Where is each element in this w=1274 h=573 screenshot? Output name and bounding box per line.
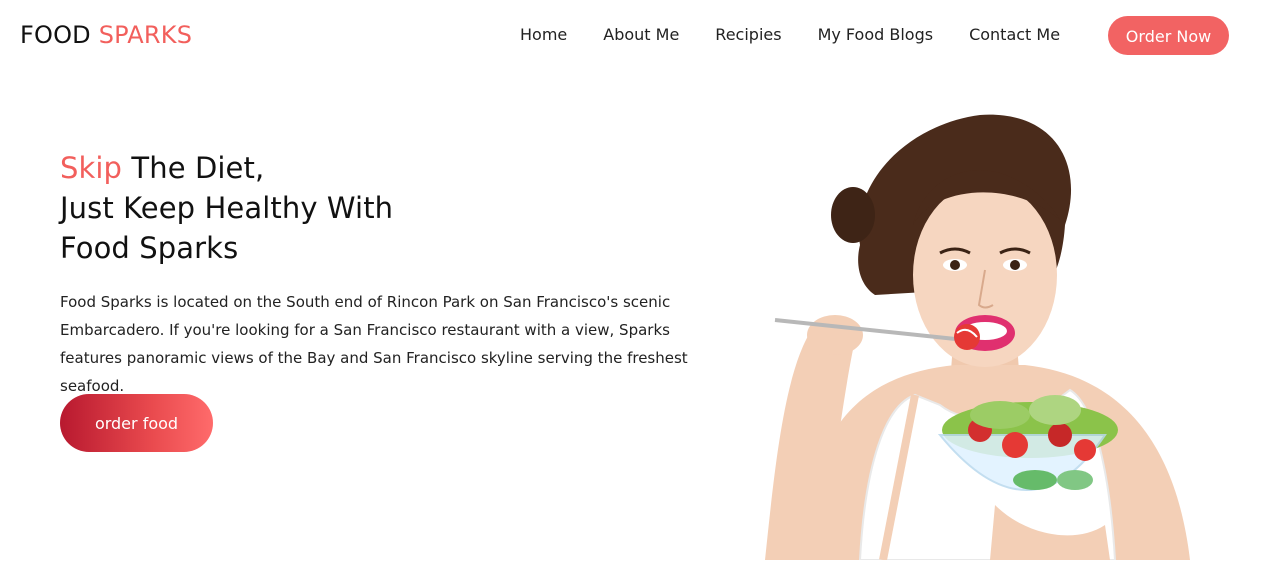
hero-description: Food Sparks is located on the South end …	[60, 293, 688, 395]
logo-word-food: FOOD	[20, 21, 91, 49]
site-logo[interactable]: FOOD SPARKS	[20, 20, 192, 50]
headline-accent: Skip	[60, 151, 123, 185]
nav-my-food-blogs[interactable]: My Food Blogs	[818, 24, 934, 46]
nav-recipies[interactable]: Recipies	[715, 24, 781, 46]
nav-home[interactable]: Home	[520, 24, 567, 46]
headline-line-2: Just Keep Healthy With	[60, 191, 394, 225]
woman-eating-salad-image	[765, 114, 1190, 560]
order-now-button[interactable]: Order Now	[1108, 16, 1229, 55]
logo-word-sparks: SPARKS	[98, 21, 193, 49]
nav-contact-me[interactable]: Contact Me	[969, 24, 1060, 46]
landing-page: FOOD SPARKS Home About Me Recipies My Fo…	[0, 0, 1274, 573]
hero-headline: Skip The Diet, Just Keep Healthy With Fo…	[60, 148, 393, 268]
nav-about-me[interactable]: About Me	[603, 24, 679, 46]
headline-line-3: Food Sparks	[60, 231, 239, 265]
order-food-button[interactable]: order food	[60, 394, 213, 452]
headline-rest: The Diet,	[122, 151, 265, 185]
main-nav: Home About Me Recipies My Food Blogs Con…	[520, 24, 1060, 46]
